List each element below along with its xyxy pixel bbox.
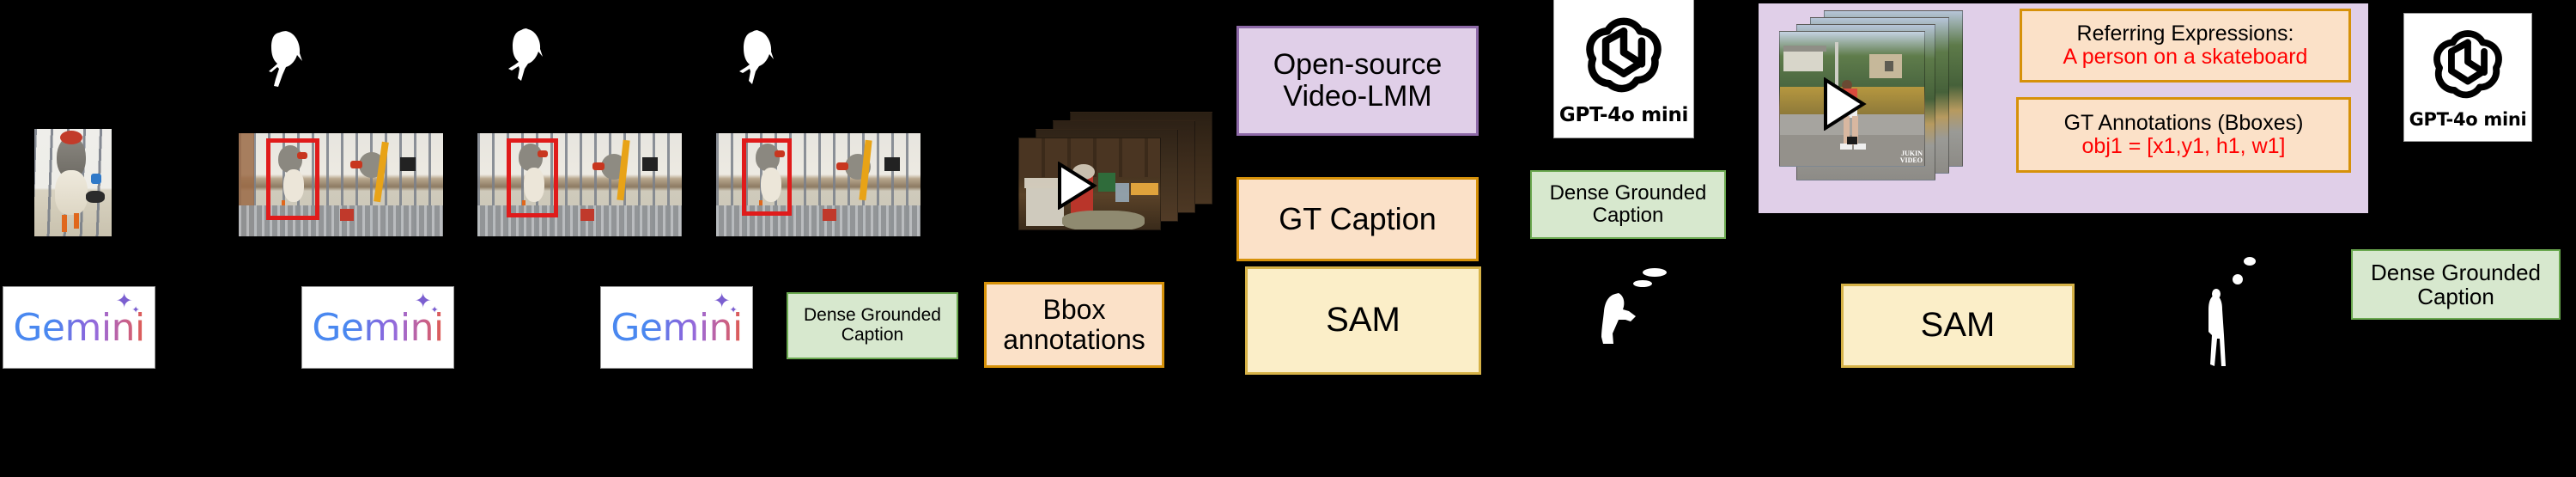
openai-knot-icon	[2421, 17, 2514, 111]
bbox-overlay-2	[507, 138, 558, 217]
gpt4o-mini-logo-card-2[interactable]: GPT-4o mini	[2404, 14, 2531, 141]
openai-knot-icon	[1573, 3, 1674, 106]
gemini-sparkle-icon: ✦	[115, 288, 133, 313]
dense-grounded-caption-line1: Dense Grounded	[804, 305, 941, 326]
bird-mask-2	[502, 24, 552, 84]
bird-mask-1	[262, 26, 313, 90]
gt-annotations-title: GT Annotations (Bboxes)	[2063, 111, 2304, 135]
referring-expressions-value: A person on a skateboard	[2063, 45, 2308, 69]
sam-box-2[interactable]: SAM	[1841, 284, 2075, 368]
sam-label: SAM	[1920, 306, 1996, 345]
dense-grounded-caption-box-3[interactable]: Dense Grounded Caption	[2351, 249, 2561, 320]
gemini-logo-card-1[interactable]: Gemini ✦ ✦	[3, 287, 155, 368]
skateboard-video-frames[interactable]: JUKIN VIDEO	[1769, 10, 1966, 204]
bbox-annotations-line1: Bbox	[1042, 294, 1106, 326]
gt-caption-box[interactable]: GT Caption	[1236, 177, 1479, 261]
gt-annotations-value: obj1 = [x1,y1, h1, w1]	[2081, 134, 2286, 158]
gemini-sparkle-small-icon: ✦	[131, 303, 140, 315]
gemini-sparkle-small-icon: ✦	[430, 303, 439, 315]
person-crouching-mask	[1584, 266, 1679, 361]
play-icon[interactable]	[1822, 76, 1867, 135]
dense-grounded-caption-line2: Caption	[1592, 204, 1664, 227]
video-lmm-line1: Open-source	[1273, 48, 1443, 82]
gemini-sparkle-icon: ✦	[713, 288, 731, 313]
video-lmm-line2: Video-LMM	[1283, 80, 1432, 113]
gt-caption-label: GT Caption	[1279, 200, 1437, 236]
bbox-annotations-box[interactable]: Bbox annotations	[984, 282, 1164, 368]
gpt4o-mini-label: GPT-4o mini	[2409, 109, 2527, 130]
cage-frame-3	[716, 133, 920, 236]
bbox-overlay-1	[266, 138, 319, 220]
bbox-overlay-3	[742, 138, 792, 216]
figure-canvas: Gemini ✦ ✦ Gemini ✦ ✦ Gemini ✦ ✦ Dense G…	[0, 0, 2576, 477]
open-source-video-lmm-box[interactable]: Open-source Video-LMM	[1236, 26, 1479, 136]
sam-label: SAM	[1326, 301, 1400, 339]
referring-expressions-box[interactable]: Referring Expressions: A person on a ska…	[2020, 9, 2351, 83]
dense-grounded-caption-line1: Dense Grounded	[2370, 259, 2542, 285]
bird-mask-3	[734, 26, 784, 88]
kitchen-video-frames[interactable]	[1005, 112, 1228, 241]
bird-crop-photo	[34, 129, 112, 236]
gpt4o-mini-logo-card-1[interactable]: GPT-4o mini	[1554, 0, 1693, 138]
gemini-sparkle-icon: ✦	[414, 288, 432, 313]
person-standing-mask	[2198, 249, 2267, 378]
referring-expressions-title: Referring Expressions:	[2076, 21, 2294, 46]
dense-grounded-caption-line2: Caption	[841, 325, 904, 345]
dense-grounded-caption-box-1[interactable]: Dense Grounded Caption	[787, 292, 958, 359]
dense-grounded-caption-line2: Caption	[2417, 284, 2494, 309]
dense-grounded-caption-box-2[interactable]: Dense Grounded Caption	[1530, 170, 1726, 239]
gt-annotations-box[interactable]: GT Annotations (Bboxes) obj1 = [x1,y1, h…	[2016, 97, 2351, 173]
sam-box-1[interactable]: SAM	[1245, 266, 1481, 375]
jukin-video-watermark: JUKIN VIDEO	[1899, 150, 1923, 164]
gpt4o-mini-label: GPT-4o mini	[1558, 104, 1689, 126]
gemini-sparkle-small-icon: ✦	[729, 303, 738, 315]
gemini-logo-card-3[interactable]: Gemini ✦ ✦	[601, 287, 752, 368]
cage-frame-2	[477, 133, 682, 236]
gemini-logo-card-2[interactable]: Gemini ✦ ✦	[302, 287, 453, 368]
dense-grounded-caption-line1: Dense Grounded	[1549, 181, 1707, 205]
play-icon[interactable]	[1056, 161, 1097, 214]
cage-frame-1	[239, 133, 443, 236]
bbox-annotations-line2: annotations	[1003, 324, 1145, 355]
